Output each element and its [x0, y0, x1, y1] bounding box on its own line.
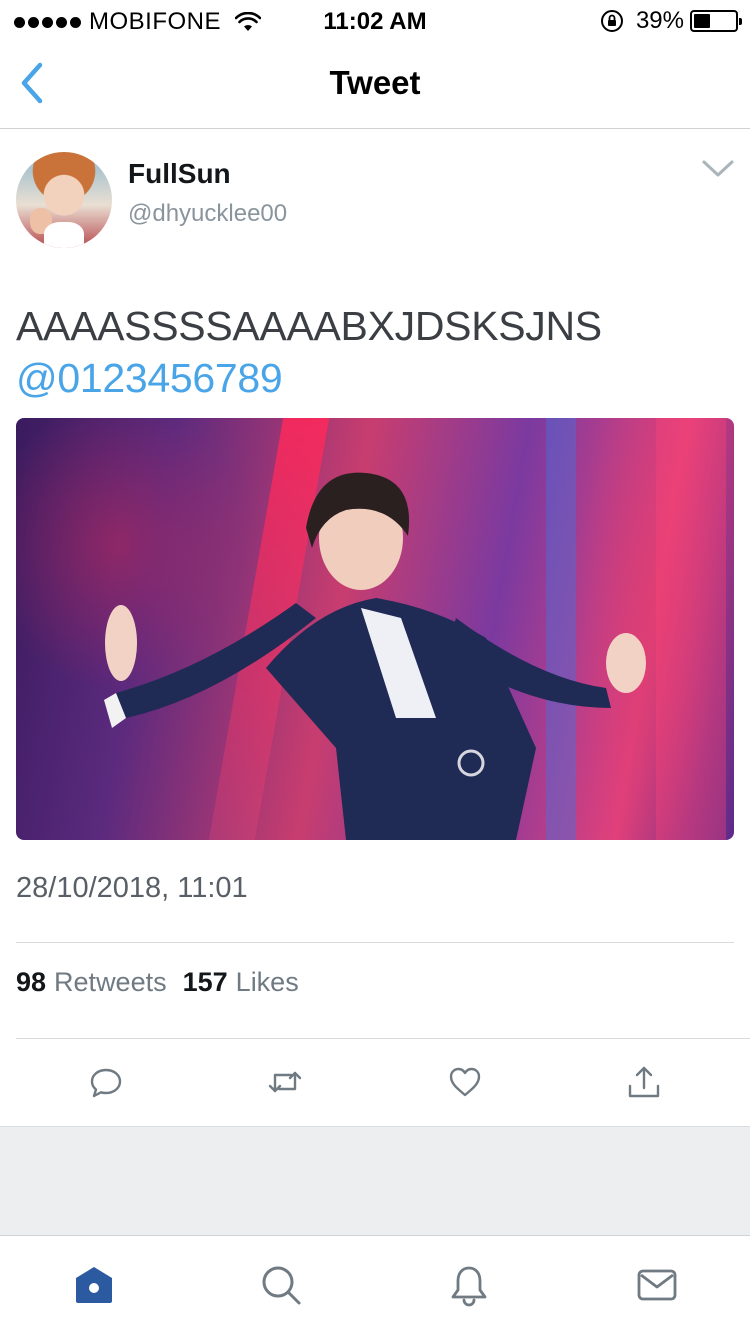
user-handle[interactable]: @dhyucklee00	[128, 200, 287, 228]
mention-link[interactable]: @0123456789	[16, 352, 734, 404]
retweet-icon	[268, 1071, 302, 1093]
page-title: Tweet	[329, 64, 421, 101]
tab-messages[interactable]	[632, 1260, 682, 1310]
like-button[interactable]	[443, 1060, 487, 1104]
tweet-image[interactable]	[16, 418, 734, 840]
battery-level	[694, 14, 710, 28]
tweet-text: AAAASSSSAAAABXJDSKSJNS @0123456789	[16, 300, 734, 404]
avatar-shirt	[44, 222, 84, 248]
divider	[16, 942, 734, 943]
reply-button[interactable]	[84, 1060, 128, 1104]
share-icon	[628, 1066, 660, 1098]
avatar[interactable]	[16, 152, 112, 248]
retweets-label[interactable]: Retweets	[54, 967, 167, 998]
heart-icon	[449, 1067, 481, 1097]
likes-label[interactable]: Likes	[236, 967, 299, 998]
retweets-count[interactable]: 98	[16, 967, 46, 998]
engagement-stats: 98 Retweets 157 Likes	[16, 967, 315, 998]
tweet-timestamp: 28/10/2018, 11:01	[16, 872, 248, 904]
rotation-lock-icon	[600, 10, 623, 32]
retweet-button[interactable]	[263, 1060, 307, 1104]
nav-bar: Tweet	[0, 40, 750, 129]
tweet-body: AAAASSSSAAAABXJDSKSJNS	[16, 303, 602, 349]
display-name[interactable]: FullSun	[128, 158, 231, 190]
tab-search[interactable]	[256, 1260, 306, 1310]
status-bar: MOBIFONE 11:02 AM 39%	[0, 0, 750, 40]
search-icon	[262, 1266, 301, 1305]
performer-figure	[104, 472, 646, 840]
battery-icon	[690, 10, 742, 32]
bell-icon	[451, 1266, 487, 1307]
envelope-icon	[637, 1269, 677, 1301]
battery-percent: 39%	[635, 7, 684, 34]
divider	[16, 1038, 750, 1039]
status-right: 39%	[600, 7, 742, 35]
share-button[interactable]	[622, 1060, 666, 1104]
home-icon	[76, 1267, 112, 1303]
reply-icon	[90, 1068, 122, 1098]
likes-count[interactable]: 157	[183, 967, 228, 998]
tab-notifications[interactable]	[444, 1260, 494, 1310]
empty-area	[0, 1126, 750, 1236]
chevron-down-icon[interactable]	[700, 156, 736, 180]
tab-home[interactable]	[69, 1260, 119, 1310]
